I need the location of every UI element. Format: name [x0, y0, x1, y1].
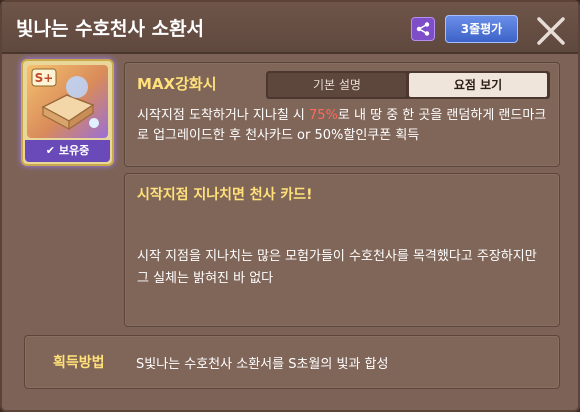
item-card[interactable]: S+ ✔ 보유중 — [21, 59, 114, 166]
event-title: 시작지점 지나치면 천사 카드! — [137, 187, 313, 203]
acquire-value: S빛나는 수호천사 소환서를 S초월의 빛과 합성 — [136, 357, 389, 372]
book-icon — [41, 94, 95, 131]
owned-label: 보유중 — [58, 144, 90, 157]
special-description: 시작지점 도착하거나 지나칠 시 75%로 내 땅 중 한 곳을 랜덤하게 랜드… — [137, 106, 557, 146]
acquire-label: 획득방법 — [53, 355, 105, 371]
item-detail-dialog: 빛나는 수호천사 소환서 3줄평가 S+ ✔ 보유중 MAX강화시 기본 설명 … — [0, 0, 580, 412]
summon-book-image: S+ — [27, 65, 108, 138]
share-button[interactable] — [411, 17, 435, 41]
svg-text:S+: S+ — [35, 71, 54, 85]
grade-badge: S+ — [31, 68, 57, 87]
special-title: MAX강화시 — [137, 75, 217, 93]
tab-summary[interactable]: 요점 보기 — [409, 73, 547, 97]
share-icon — [416, 22, 430, 36]
desc-before: 시작지점 도착하거나 지나칠 시 — [137, 108, 310, 123]
title-bar: 빛나는 수호천사 소환서 3줄평가 — [2, 2, 578, 54]
close-icon — [537, 17, 565, 45]
tab-basic-description[interactable]: 기본 설명 — [268, 73, 406, 97]
event-body: 시작 지점을 지나치는 많은 모험가들이 수호천사를 목격했다고 주장하지만 그… — [137, 249, 537, 286]
review-button[interactable]: 3줄평가 — [445, 15, 518, 43]
desc-highlight: 75% — [309, 108, 338, 123]
orb-icon — [66, 76, 88, 98]
check-icon: ✔ — [45, 144, 55, 157]
close-button[interactable] — [532, 12, 570, 50]
dialog-title: 빛나는 수호천사 소환서 — [16, 18, 205, 40]
sparkle-icon — [89, 118, 99, 128]
description-tabs: 기본 설명 요점 보기 — [266, 71, 550, 99]
owned-badge: ✔ 보유중 — [25, 140, 110, 162]
